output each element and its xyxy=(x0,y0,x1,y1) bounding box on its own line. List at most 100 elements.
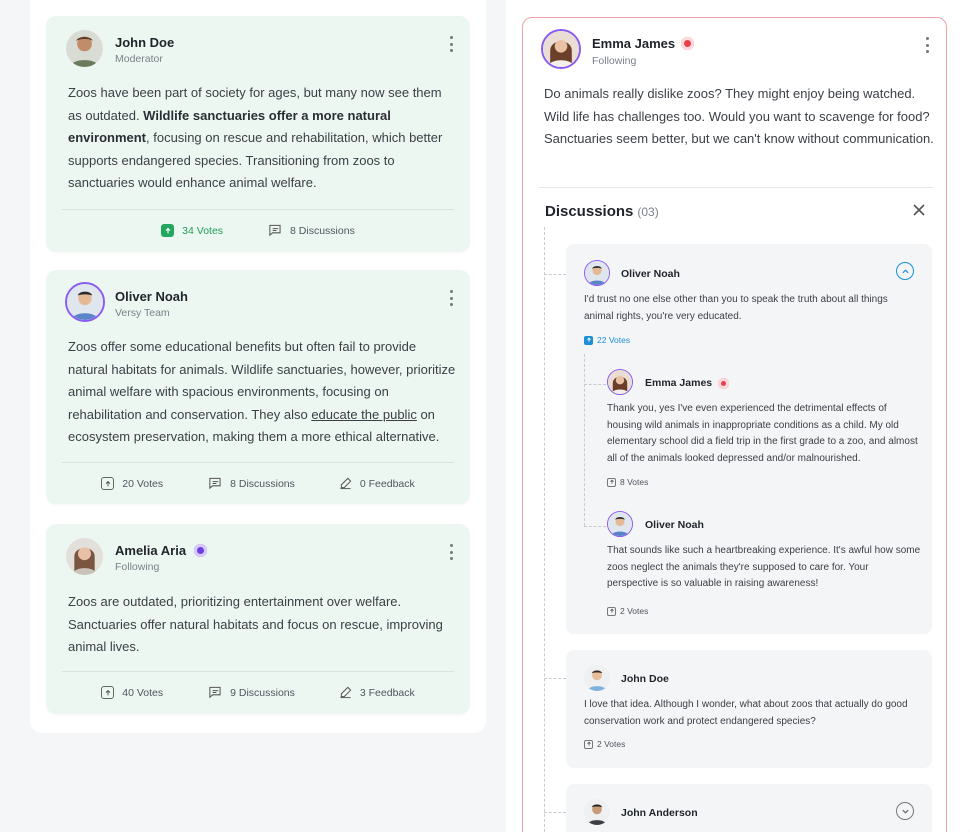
divider xyxy=(62,209,454,210)
discussion-thread: Oliver Noah I'd trust no one else other … xyxy=(566,244,932,634)
discussion-icon xyxy=(209,477,221,490)
upvote-icon xyxy=(101,477,115,490)
author-role: Following xyxy=(592,55,637,67)
avatar[interactable] xyxy=(66,538,103,575)
thread-connector xyxy=(544,274,566,275)
author-name[interactable]: Oliver Noah xyxy=(115,289,188,304)
discussions-label: 8 Discussions xyxy=(290,224,355,237)
card-body: Zoos offer some educational benefits but… xyxy=(68,336,458,449)
upvote-icon xyxy=(161,224,175,237)
badge-icon xyxy=(681,37,695,50)
post-body: Do animals really dislike zoos? They mig… xyxy=(544,86,934,147)
feedback-label: 3 Feedback xyxy=(359,686,415,699)
close-icon[interactable] xyxy=(912,203,926,217)
comment-author[interactable]: John Doe xyxy=(621,673,669,685)
feed-panel: John Doe Moderator Zoos have been part o… xyxy=(30,0,486,733)
card-actions: 34 Votes 8 Discussions xyxy=(46,224,470,237)
discussion-thread: John Anderson xyxy=(566,784,932,832)
upvote-icon xyxy=(584,739,593,749)
avatar[interactable] xyxy=(65,282,105,322)
feedback-icon xyxy=(340,477,352,490)
selected-post: Emma James Following Do animals really d… xyxy=(522,17,947,832)
divider xyxy=(539,187,934,188)
votes-label: 2 Votes xyxy=(620,606,649,616)
discussions-button[interactable]: 8 Discussions xyxy=(267,224,355,237)
card-body: Zoos are outdated, prioritizing entertai… xyxy=(68,594,443,655)
card-actions: 20 Votes 8 Discussions 0 Feedback xyxy=(46,477,470,490)
comment-author-text[interactable]: Emma James xyxy=(645,377,712,389)
discussion-icon xyxy=(269,224,281,237)
comment-text: I'd trust no one else other than you to … xyxy=(584,294,888,322)
feed-card-oliver-noah[interactable]: Oliver Noah Versy Team Zoos offer some e… xyxy=(46,270,470,504)
divider xyxy=(62,462,454,463)
comment-text: That sounds like such a heartbreaking ex… xyxy=(607,545,921,590)
card-actions: 40 Votes 9 Discussions 3 Feedback xyxy=(46,686,470,699)
votes-button[interactable]: 22 Votes xyxy=(584,335,630,345)
discussion-thread: John Doe I love that idea. Although I wo… xyxy=(566,650,932,768)
discussions-label: 9 Discussions xyxy=(230,686,295,699)
card-body-link[interactable]: educate the public xyxy=(311,407,417,422)
avatar[interactable] xyxy=(584,260,610,286)
chevron-down-icon[interactable] xyxy=(896,802,914,820)
avatar[interactable] xyxy=(584,799,610,825)
votes-label: 20 Votes xyxy=(122,477,164,490)
votes-button[interactable]: 8 Votes xyxy=(607,477,648,487)
author-name[interactable]: Amelia Aria xyxy=(115,543,208,558)
votes-label: 34 Votes xyxy=(182,224,224,237)
votes-button[interactable]: 2 Votes xyxy=(607,606,648,616)
kebab-icon[interactable] xyxy=(448,36,454,52)
thread-connector xyxy=(544,678,566,679)
comment-author[interactable]: Oliver Noah xyxy=(621,268,680,280)
reply-connector xyxy=(584,384,606,385)
comment-author[interactable]: Emma James xyxy=(645,377,730,389)
avatar[interactable] xyxy=(584,665,610,691)
comment-author[interactable]: Oliver Noah xyxy=(645,519,704,531)
author-name-text[interactable]: Amelia Aria xyxy=(115,543,186,558)
reply-line xyxy=(584,354,585,526)
thread-line xyxy=(544,227,545,832)
feedback-icon xyxy=(340,686,352,699)
author-name-text[interactable]: Emma James xyxy=(592,36,675,51)
chevron-up-icon[interactable] xyxy=(896,262,914,280)
author-name[interactable]: John Doe xyxy=(115,35,174,50)
feedback-button[interactable]: 0 Feedback xyxy=(339,477,415,490)
kebab-icon[interactable] xyxy=(448,290,454,306)
discussions-title-text: Discussions xyxy=(545,203,634,220)
votes-label: 8 Votes xyxy=(620,477,649,487)
discussions-title: Discussions (03) xyxy=(545,203,659,220)
discussions-button[interactable]: 9 Discussions xyxy=(207,686,295,699)
comment-text: Thank you, yes I've even experienced the… xyxy=(607,403,918,465)
comment-author[interactable]: John Anderson xyxy=(621,807,698,819)
discussions-button[interactable]: 8 Discussions xyxy=(207,477,295,490)
feedback-button[interactable]: 3 Feedback xyxy=(339,686,415,699)
discussions-label: 8 Discussions xyxy=(230,477,295,490)
badge-icon xyxy=(718,377,730,389)
upvote-icon xyxy=(607,606,616,616)
feed-card-amelia-aria[interactable]: Amelia Aria Following Zoos are outdated,… xyxy=(46,524,470,714)
author-role: Moderator xyxy=(115,53,163,65)
post-detail-panel: Emma James Following Do animals really d… xyxy=(506,0,970,832)
upvote-icon xyxy=(584,335,593,345)
upvote-icon xyxy=(101,686,115,699)
avatar[interactable] xyxy=(541,29,581,69)
avatar[interactable] xyxy=(607,369,633,395)
author-name[interactable]: Emma James xyxy=(592,36,695,51)
avatar[interactable] xyxy=(607,511,633,537)
avatar[interactable] xyxy=(66,30,103,67)
kebab-icon[interactable] xyxy=(448,544,454,560)
feed-card-john-doe[interactable]: John Doe Moderator Zoos have been part o… xyxy=(46,16,470,252)
votes-button[interactable]: 20 Votes xyxy=(101,477,163,490)
card-body: Zoos have been part of society for ages,… xyxy=(68,82,458,195)
votes-button[interactable]: 40 Votes xyxy=(101,686,163,699)
discussions-count: (03) xyxy=(637,205,659,219)
comment-text: I love that idea. Although I wonder, wha… xyxy=(584,699,908,727)
badge-icon xyxy=(194,544,208,557)
votes-button[interactable]: 34 Votes xyxy=(161,224,223,237)
author-role: Following xyxy=(115,561,160,573)
reply-connector xyxy=(584,526,606,527)
kebab-icon[interactable] xyxy=(924,37,930,53)
upvote-icon xyxy=(607,477,616,487)
votes-label: 40 Votes xyxy=(122,686,164,699)
votes-button[interactable]: 2 Votes xyxy=(584,739,625,749)
author-role: Versy Team xyxy=(115,307,170,319)
